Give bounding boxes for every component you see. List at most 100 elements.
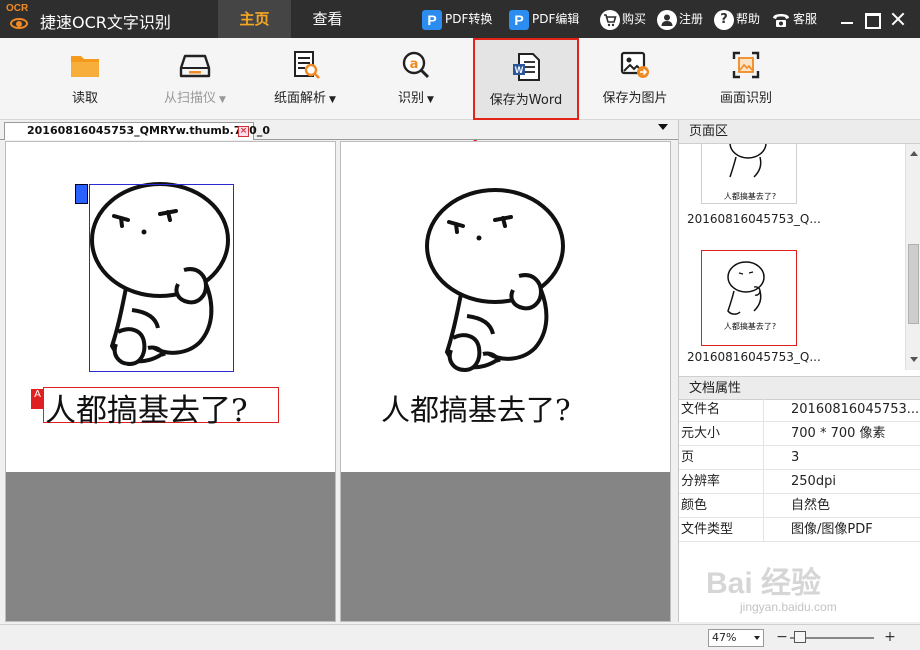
help-label: 帮助 xyxy=(736,12,761,26)
zoom-out-button[interactable]: − xyxy=(776,629,788,645)
property-key: 颜色 xyxy=(681,498,708,513)
scan-label: 从扫描仪 ▼ xyxy=(164,91,226,106)
register-link[interactable]: 注册 xyxy=(657,8,703,30)
property-value: 自然色 xyxy=(763,494,920,517)
buy-link[interactable]: 购买 xyxy=(600,8,646,30)
pdf-edit-icon: P xyxy=(509,9,529,30)
chevron-down-icon xyxy=(754,636,760,640)
zoom-select[interactable]: 47% xyxy=(708,629,764,647)
pdf-convert-icon: P xyxy=(422,9,442,30)
thumbnail-scrollbar[interactable] xyxy=(905,144,920,370)
property-key: 分辨率 xyxy=(681,474,721,489)
property-key: 元大小 xyxy=(681,426,721,441)
tab-list-dropdown-icon[interactable] xyxy=(658,124,668,130)
minimize-button[interactable] xyxy=(836,8,858,30)
close-button[interactable] xyxy=(887,8,909,30)
properties-panel-header: 文档属性 xyxy=(679,376,920,400)
image-region-box[interactable] xyxy=(89,184,234,372)
document-search-icon xyxy=(294,51,320,79)
recognize-label: 识别 ▼ xyxy=(398,91,434,106)
save-as-image-button[interactable]: 保存为图片 xyxy=(596,38,674,120)
tab-home[interactable]: 主页 xyxy=(218,0,291,38)
pdf-edit-label: PDF编辑 xyxy=(532,12,580,26)
save-as-word-label: 保存为Word xyxy=(489,93,563,108)
thumbnail-name: 20160816045753_Q... xyxy=(687,212,821,226)
scanner-icon xyxy=(179,54,211,78)
pdf-convert-link[interactable]: P PDF转换 xyxy=(422,8,492,30)
page-thumbnail-selected[interactable]: 人都搞基去了? xyxy=(701,250,797,346)
maximize-button[interactable] xyxy=(860,8,882,30)
scroll-thumb[interactable] xyxy=(908,244,919,324)
parse-button[interactable]: 纸面解析 ▼ xyxy=(262,38,348,120)
page-gray-area-original xyxy=(341,472,670,621)
recognize-icon: a xyxy=(402,51,430,79)
svg-text:a: a xyxy=(410,57,419,72)
thumbnail-caption: 人都搞基去了? xyxy=(723,192,777,201)
tab-view[interactable]: 查看 xyxy=(291,0,364,38)
document-tab[interactable]: 20160816045753_QMRYw.thumb.700_0 × xyxy=(4,122,270,140)
property-value: 700 * 700 像素 xyxy=(763,422,920,445)
property-value: 3 xyxy=(763,446,920,469)
thumbnail-name-selected: 20160816045753_Q... xyxy=(687,350,821,364)
word-document-icon: W xyxy=(513,53,540,81)
save-image-icon xyxy=(620,51,649,78)
property-key: 文件名 xyxy=(681,402,721,417)
status-bar: 47% − + xyxy=(0,624,920,650)
service-label: 客服 xyxy=(793,12,818,26)
watermark-url: jingyan.baidu.com xyxy=(740,600,837,614)
save-as-word-button[interactable]: W 保存为Word xyxy=(473,38,579,120)
read-label: 读取 xyxy=(71,91,98,106)
parse-label: 纸面解析 ▼ xyxy=(274,91,336,106)
property-key: 文件类型 xyxy=(681,522,734,537)
buy-label: 购买 xyxy=(622,12,647,26)
service-link[interactable]: 客服 xyxy=(771,8,817,30)
pdf-convert-label: PDF转换 xyxy=(445,12,493,26)
cart-icon xyxy=(600,9,620,30)
svg-text:W: W xyxy=(515,65,524,75)
ribbon-toolbar: 读取 从扫描仪▼ 纸面解析▼ a 识别▼ W 保存为Word 保存为图片 xyxy=(0,38,920,120)
pdf-edit-link[interactable]: P PDF编辑 xyxy=(509,8,579,30)
property-row: 颜色 自然色 xyxy=(679,494,920,518)
document-tab-strip: 20160816045753_QMRYw.thumb.700_0 × xyxy=(0,120,678,140)
thumbnail-mascot xyxy=(729,144,767,178)
scroll-up-icon[interactable] xyxy=(910,151,918,156)
page-gray-area xyxy=(6,472,335,621)
title-bar: OCR 捷速OCR文字识别 主页 查看 P PDF转换 P PDF编辑 购买 注册 … xyxy=(0,0,920,38)
save-as-image-label: 保存为图片 xyxy=(602,91,668,106)
scroll-down-icon[interactable] xyxy=(910,357,918,362)
property-key: 页 xyxy=(681,450,695,465)
watermark-text: Bai 经验 xyxy=(706,567,822,600)
thumbnail-caption-selected: 人都搞基去了? xyxy=(723,322,777,331)
properties-table: 文件名 20160816045753... 元大小 700 * 700 像素 页3 … xyxy=(679,398,920,542)
baidu-watermark: Bai 经验 jingyan.baidu.com xyxy=(700,550,890,620)
tab-close-icon[interactable]: × xyxy=(238,126,249,137)
property-row: 分辨率 250dpi xyxy=(679,470,920,494)
folder-icon xyxy=(71,56,99,77)
property-value: 图像/图像PDF xyxy=(763,518,920,541)
phone-icon xyxy=(771,10,791,30)
property-row: 页3 xyxy=(679,446,920,470)
property-row: 文件类型 图像/图像PDF xyxy=(679,518,920,542)
zoom-in-button[interactable]: + xyxy=(884,629,896,645)
original-page[interactable]: 人都搞基去了? xyxy=(340,141,671,622)
mascot-image-original xyxy=(425,188,565,373)
thumbnail-mascot-selected xyxy=(727,261,765,315)
help-link[interactable]: ? 帮助 xyxy=(714,8,760,30)
image-region-icon[interactable] xyxy=(75,184,88,204)
right-panel: 页面区 人都搞基去了? 20160816045753_Q... 人都搞基去了? … xyxy=(678,120,920,622)
register-label: 注册 xyxy=(679,12,704,26)
page-thumbnails: 人都搞基去了? 20160816045753_Q... 人都搞基去了? 2016… xyxy=(679,144,905,370)
zoom-slider-handle[interactable] xyxy=(794,631,806,643)
scan-button[interactable]: 从扫描仪 ▼ xyxy=(150,38,240,120)
user-icon xyxy=(657,9,677,30)
app-title: 捷速OCR文字识别 xyxy=(40,13,171,32)
recognize-button[interactable]: a 识别 ▼ xyxy=(386,38,446,120)
screen-capture-icon xyxy=(732,51,760,79)
document-tab-label: 20160816045753_QMRYw.thumb.700_0 xyxy=(27,124,270,137)
read-button[interactable]: 读取 xyxy=(50,38,120,120)
logo-text: OCR xyxy=(6,3,29,14)
recognition-page[interactable]: A 人都搞基去了? xyxy=(5,141,336,622)
page-thumbnail[interactable]: 人都搞基去了? xyxy=(701,144,797,204)
property-row: 文件名 20160816045753... xyxy=(679,398,920,422)
screen-recognize-button[interactable]: 画面识别 xyxy=(710,38,782,120)
